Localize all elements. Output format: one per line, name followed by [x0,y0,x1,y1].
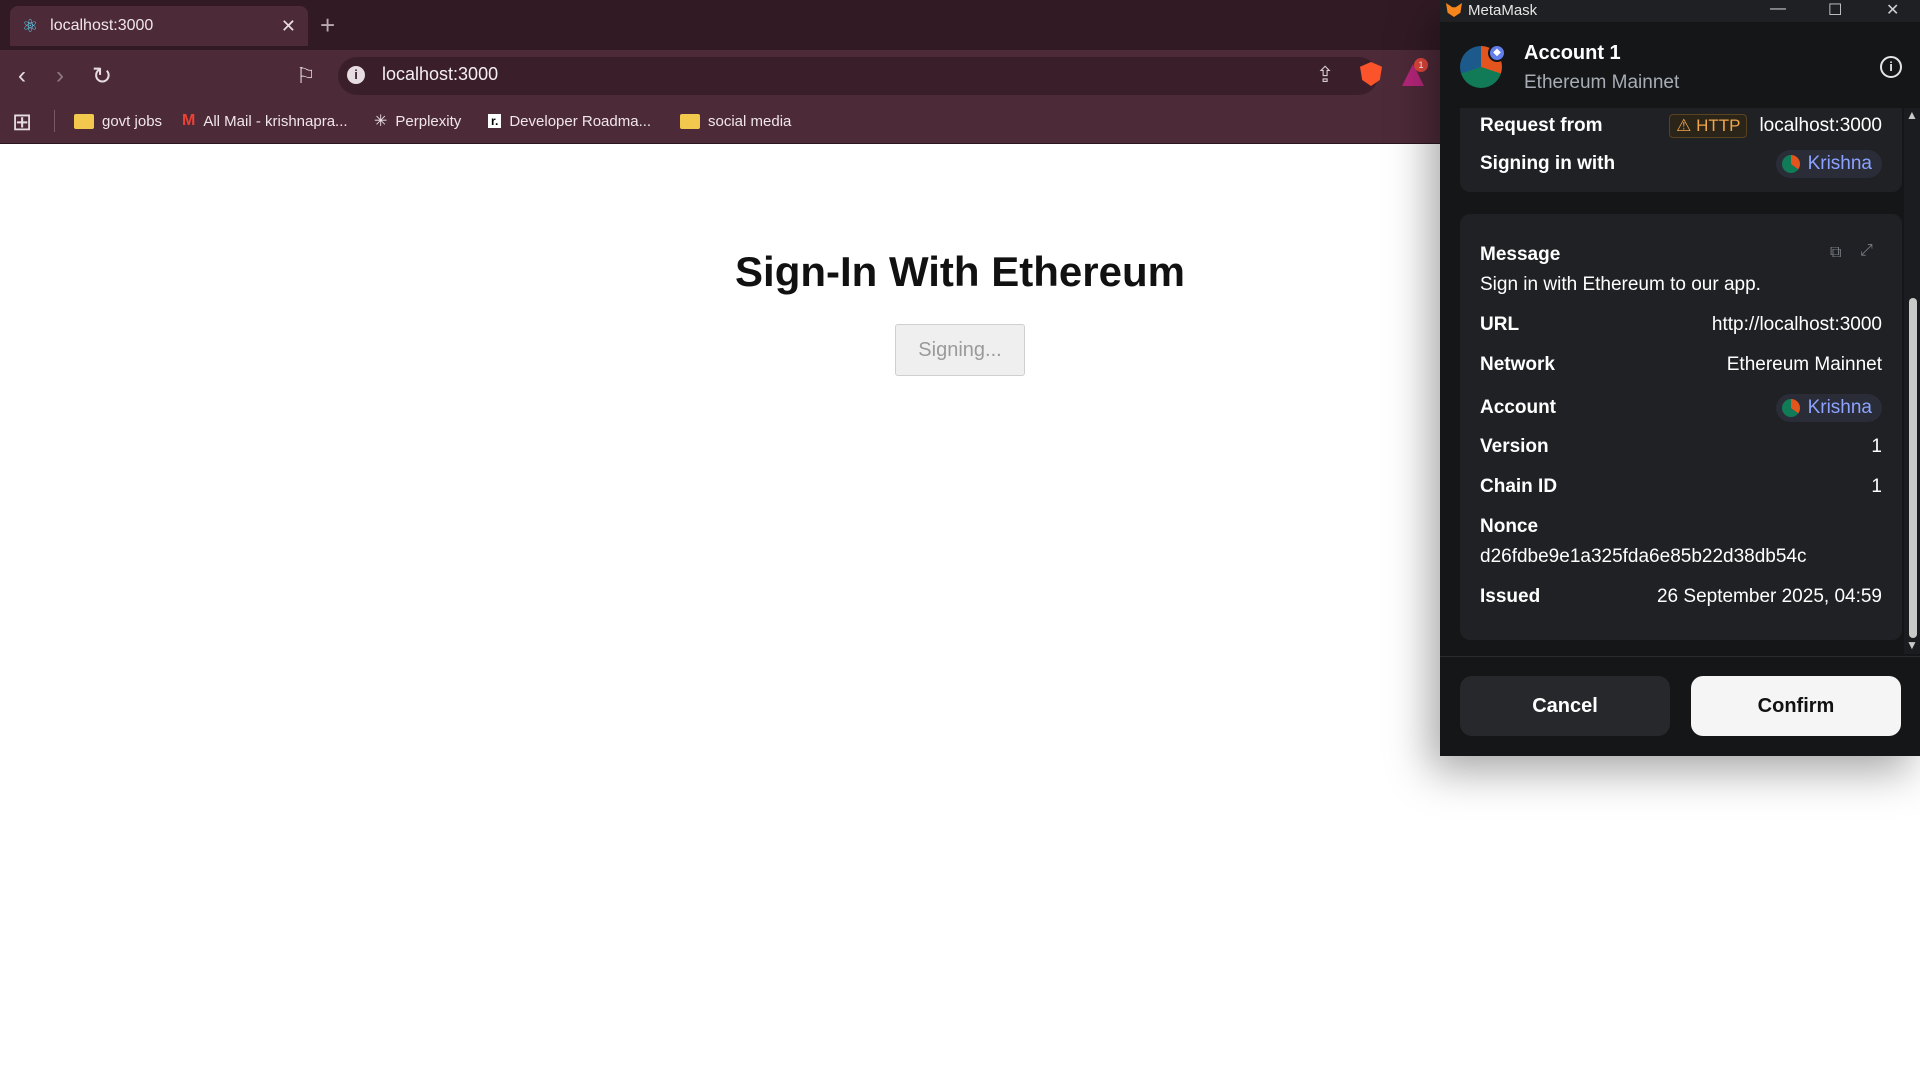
version-row: Version 1 [1480,436,1882,458]
scrollbar-thumb[interactable] [1909,298,1917,638]
field-value: Ethereum Mainnet [1726,354,1882,375]
apps-grid-icon[interactable]: ⊞ [12,108,32,137]
bookmark-label: All Mail - krishnapra... [203,112,348,130]
confirm-button[interactable]: Confirm [1691,676,1901,736]
maximize-icon[interactable]: ☐ [1828,0,1842,20]
metamask-header [1440,22,1920,110]
signing-with-row: Signing in with Krishna [1480,150,1882,178]
react-icon: ⚛ [22,15,39,36]
bookmark-label: social media [708,112,792,130]
new-tab-icon[interactable]: + [320,10,335,41]
http-badge-text: HTTP [1696,116,1741,135]
minimize-icon[interactable]: — [1770,0,1786,18]
request-details-scroll[interactable]: Request from ⚠ HTTP localhost:3000 Signi… [1440,108,1904,646]
ethereum-network-icon: ◆ [1488,44,1506,62]
field-value: 1 [1871,476,1882,497]
issued-label: Issued [1480,586,1541,607]
cancel-button[interactable]: Cancel [1460,676,1670,736]
bookmark-social-media[interactable]: social media [680,109,791,133]
field-value: http://localhost:3000 [1711,314,1882,335]
signing-with-label: Signing in with [1480,153,1616,174]
bookmark-perplexity[interactable]: ✳ Perplexity [374,109,461,133]
info-icon[interactable]: i [1880,56,1902,78]
bookmark-label: govt jobs [102,112,163,130]
network-row: Network Ethereum Mainnet [1480,354,1882,376]
issued-row: Issued 26 September 2025, 04:59 [1480,586,1882,608]
nonce-value: d26fdbe9e1a325fda6e85b22d38db54c [1480,546,1807,567]
bookmarks-divider [54,110,55,132]
forward-icon[interactable]: › [56,62,64,90]
signing-button[interactable]: Signing... [895,324,1025,376]
roadmap-icon: r. [488,114,502,128]
url-text[interactable]: localhost:3000 [382,64,498,85]
signer-avatar-icon [1781,155,1800,173]
message-text-row: Sign in with Ethereum to our app. [1480,274,1882,296]
bookmark-developer-roadmap[interactable]: r. Developer Roadma... [488,109,651,133]
field-value: Krishna [1807,397,1872,418]
browser-tab[interactable]: ⚛ localhost:3000 ✕ [10,6,308,46]
issued-value: 26 September 2025, 04:59 [1656,586,1882,607]
back-icon[interactable]: ‹ [18,62,26,90]
request-from-label: Request from [1480,115,1603,136]
field-value: 1 [1871,436,1882,457]
field-label: URL [1480,314,1520,335]
url-row: URL http://localhost:3000 [1480,314,1882,336]
bookmark-all-mail[interactable]: M All Mail - krishnapra... [182,109,348,133]
message-label: Message [1480,244,1561,265]
bookmark-label: Perplexity [395,112,462,130]
request-from-row: Request from ⚠ HTTP localhost:3000 [1480,114,1882,138]
signer-pill[interactable]: Krishna [1775,150,1882,178]
metamask-window-title: MetaMask [1468,2,1538,19]
perplexity-icon: ✳ [374,113,388,130]
folder-icon [680,113,700,129]
field-label: Network [1480,354,1555,375]
message-text: Sign in with Ethereum to our app. [1480,274,1761,295]
bookmark-label: Developer Roadma... [509,112,652,130]
chain-id-row: Chain ID 1 [1480,476,1882,498]
nonce-label: Nonce [1480,516,1539,537]
folder-icon [74,113,94,129]
message-label-row: Message [1480,244,1882,266]
close-tab-icon[interactable]: ✕ [281,16,296,37]
account-pill[interactable]: Krishna [1775,394,1882,422]
gmail-icon: M [182,112,196,129]
field-label: Version [1480,436,1549,457]
tab-title: localhost:3000 [50,17,154,34]
field-label: Chain ID [1480,476,1558,497]
bookmark-govt-jobs[interactable]: govt jobs [74,109,162,133]
request-origin: localhost:3000 [1759,115,1882,136]
network-name: Ethereum Mainnet [1524,72,1680,93]
reload-icon[interactable]: ↻ [92,62,112,91]
metamask-popup: MetaMask — ☐ ✕ ◆ Account 1 Ethereum Main… [1440,0,1920,756]
scroll-up-arrow-icon[interactable]: ▲ [1906,108,1918,122]
nonce-label-row: Nonce [1480,516,1882,538]
rewards-badge: 1 [1414,58,1428,72]
nonce-value-row: d26fdbe9e1a325fda6e85b22d38db54c [1480,546,1882,568]
account-name: Account 1 [1524,42,1621,64]
request-card: Request from ⚠ HTTP localhost:3000 Signi… [1460,108,1902,192]
bookmark-icon[interactable]: ⚐ [296,63,316,89]
field-label: Account [1480,397,1556,418]
scroll-down-arrow-icon[interactable]: ▼ [1906,638,1918,652]
http-warning-badge: ⚠ HTTP [1669,114,1748,138]
account-row: Account Krishna [1480,394,1882,422]
share-icon[interactable]: ⇪ [1316,62,1334,88]
message-card: ⧉ ⤢ Message Sign in with Ethereum to our… [1460,214,1902,640]
window-close-icon[interactable]: ✕ [1886,0,1899,20]
site-info-icon[interactable]: i [347,66,365,84]
account-avatar-icon [1781,399,1800,417]
signer-name: Krishna [1807,153,1872,174]
